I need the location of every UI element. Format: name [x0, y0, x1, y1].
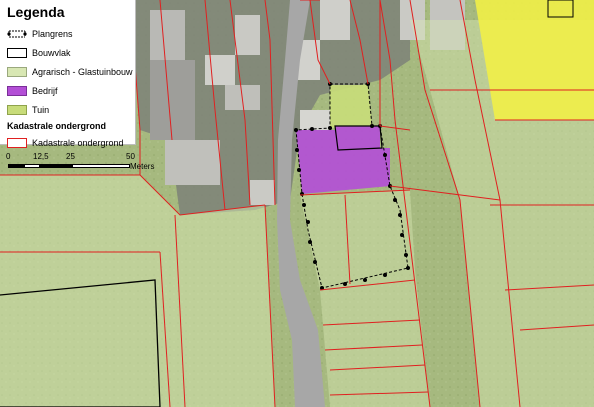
building [150, 60, 195, 140]
legend-label: Bouwvlak [32, 47, 71, 58]
cadastral-section-title: Kadastrale ondergrond [7, 121, 107, 131]
tuin-swatch-icon [7, 104, 27, 115]
legend-label: Kadastrale ondergrond [32, 137, 124, 148]
scale-bar: 0 12,5 25 50 Meters [6, 152, 176, 178]
building [250, 180, 275, 205]
legend-item-bedrijf: Bedrijf [7, 83, 129, 98]
legend-panel: Legenda Plangrens Bouwvlak Agrarisch - G… [0, 0, 136, 148]
bedrijf-zone [296, 126, 390, 194]
scale-segment [24, 164, 40, 168]
legend-item-tuin: Tuin [7, 102, 129, 117]
yellow-zone [475, 0, 594, 120]
tuin-zone [330, 85, 372, 128]
building [205, 55, 235, 85]
building [235, 15, 260, 55]
legend-label: Agrarisch - Glastuinbouw [32, 66, 133, 77]
scale-label-12-5: 12,5 [33, 152, 49, 161]
scale-bar-segments [8, 164, 130, 168]
building [300, 110, 330, 130]
legend-item-kadastraal: Kadastrale ondergrond [7, 135, 129, 150]
legend-item-agrarisch: Agrarisch - Glastuinbouw [7, 64, 133, 79]
scale-label-25: 25 [66, 152, 75, 161]
legend-label: Bedrijf [32, 85, 58, 96]
legend-title: Legenda [7, 4, 65, 20]
scale-segment [8, 164, 24, 168]
bouwvlak-swatch-icon [7, 47, 27, 58]
scale-segment [72, 164, 130, 168]
legend-item-plangrens: Plangrens [7, 26, 129, 41]
kadastraal-swatch-icon [7, 137, 27, 148]
scale-segment [40, 164, 72, 168]
scale-unit: Meters [130, 162, 155, 171]
plangrens-symbol-icon [7, 30, 27, 37]
legend-label: Plangrens [32, 28, 73, 39]
building [320, 0, 350, 40]
legend-label: Tuin [32, 104, 50, 115]
scale-label-0: 0 [6, 152, 11, 161]
scale-label-50: 50 [126, 152, 135, 161]
bedrijf-swatch-icon [7, 85, 27, 96]
legend-item-bouwvlak: Bouwvlak [7, 45, 129, 60]
agrarisch-swatch-icon [7, 66, 27, 77]
